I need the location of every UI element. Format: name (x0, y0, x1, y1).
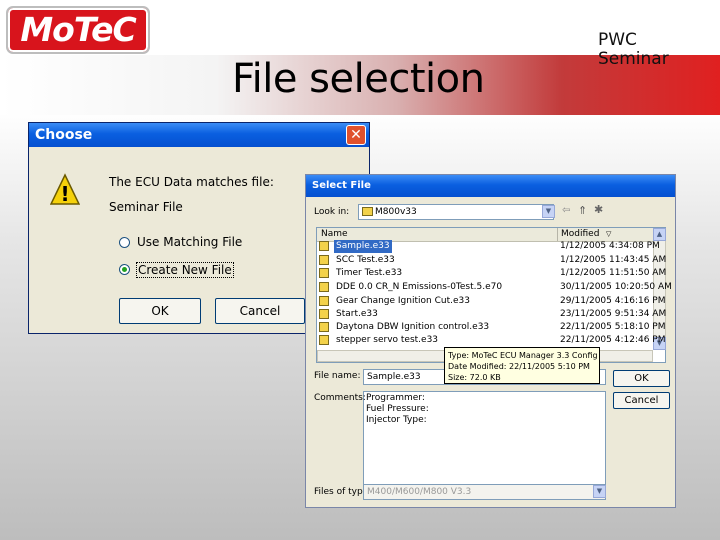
select-ok-button[interactable]: OK (613, 370, 670, 387)
tooltip-date: Date Modified: 22/11/2005 5:10 PM (448, 362, 590, 371)
new-folder-icon[interactable]: ✱ (594, 203, 603, 216)
tooltip-size: Size: 72.0 KB (448, 373, 501, 382)
file-row[interactable]: SCC Test.e33 1/12/2005 11:43:45 AM (318, 254, 666, 267)
use-matching-file-radio[interactable] (119, 237, 130, 248)
choose-message-line1: The ECU Data matches file: (109, 175, 274, 189)
create-new-file-label[interactable]: Create New File (136, 262, 234, 278)
up-folder-icon[interactable]: ⇑ (578, 204, 587, 217)
file-row[interactable]: Gear Change Ignition Cut.e33 29/11/2005 4… (318, 295, 665, 308)
file-row[interactable]: DDE 0.0 CR_N Emissions-0Test.5.e70 30/11/… (318, 281, 672, 294)
file-icon (319, 282, 329, 292)
file-icon (319, 241, 329, 251)
folder-icon (362, 207, 373, 216)
select-file-title: Select File (312, 180, 371, 191)
back-icon[interactable]: ⇦ (562, 205, 570, 216)
file-name: Daytona DBW Ignition control.e33 (336, 322, 490, 332)
file-modified: 22/11/2005 4:12:46 PM (560, 335, 666, 345)
choose-message-line2: Seminar File (109, 200, 183, 214)
select-file-titlebar[interactable]: Select File (306, 175, 675, 197)
use-matching-file-label[interactable]: Use Matching File (137, 235, 242, 249)
look-in-label: Look in: (314, 207, 350, 217)
file-icon (319, 335, 329, 345)
file-modified: 30/11/2005 10:20:50 AM (560, 282, 672, 292)
seminar-label-line2: Seminar (598, 49, 669, 69)
choose-cancel-button[interactable]: Cancel (215, 298, 305, 324)
file-icon (319, 296, 329, 306)
seminar-label: PWC Seminar (598, 31, 669, 69)
comment-line-injector-type: Injector Type: (366, 415, 427, 425)
file-modified: 29/11/2005 4:16:16 PM (560, 296, 666, 306)
look-in-dropdown[interactable]: M800v33 (358, 204, 554, 220)
file-modified: 1/12/2005 11:43:45 AM (560, 255, 667, 265)
file-icon (319, 309, 329, 319)
file-icon (319, 322, 329, 332)
file-name: Gear Change Ignition Cut.e33 (336, 296, 470, 306)
file-name: stepper servo test.e33 (336, 335, 439, 345)
warning-icon-glyph: ! (60, 182, 69, 206)
choose-dialog-title: Choose (35, 127, 93, 143)
select-cancel-button[interactable]: Cancel (613, 392, 670, 409)
file-row[interactable]: Start.e33 23/11/2005 9:51:34 AM (318, 308, 666, 321)
file-info-tooltip: Type: MoTeC ECU Manager 3.3 Config File … (444, 347, 600, 384)
filetype-dropdown[interactable]: M400/M600/M800 V3.3 (363, 484, 606, 500)
filename-label: File name: (314, 371, 361, 381)
tooltip-type: Type: MoTeC ECU Manager 3.3 Config File (448, 351, 600, 360)
motec-logo: MoTeC (6, 6, 150, 54)
comments-label: Comments: (314, 393, 366, 403)
look-in-chevron-down-icon[interactable]: ▼ (542, 205, 555, 218)
file-modified: 1/12/2005 11:51:50 AM (560, 268, 667, 278)
file-name: Sample.e33 (334, 240, 392, 253)
file-name: SCC Test.e33 (336, 255, 395, 265)
comment-line-programmer: Programmer: (366, 393, 425, 403)
slide-title: File selection (232, 56, 485, 102)
file-modified: 1/12/2005 4:34:08 PM (560, 241, 660, 251)
choose-dialog-titlebar[interactable]: Choose (29, 123, 369, 147)
warning-icon: ! (50, 173, 80, 206)
create-new-file-radio[interactable] (119, 264, 130, 275)
filetype-chevron-down-icon[interactable]: ▼ (593, 485, 606, 498)
close-icon[interactable]: ✕ (346, 125, 366, 145)
file-name: DDE 0.0 CR_N Emissions-0Test.5.e70 (336, 282, 503, 292)
seminar-label-line1: PWC (598, 30, 637, 50)
look-in-value: M800v33 (375, 207, 417, 217)
file-row[interactable]: Daytona DBW Ignition control.e33 22/11/20… (318, 321, 665, 334)
file-modified: 23/11/2005 9:51:34 AM (560, 309, 667, 319)
file-row[interactable]: Sample.e33 1/12/2005 4:34:08 PM (318, 240, 660, 253)
file-row[interactable]: Timer Test.e33 1/12/2005 11:51:50 AM (318, 267, 666, 280)
file-icon (319, 268, 329, 278)
file-name: Timer Test.e33 (336, 268, 403, 278)
file-name: Start.e33 (336, 309, 378, 319)
choose-ok-button[interactable]: OK (119, 298, 201, 324)
file-icon (319, 255, 329, 265)
file-modified: 22/11/2005 5:18:10 PM (560, 322, 666, 332)
comment-line-fuel-pressure: Fuel Pressure: (366, 404, 429, 414)
file-row[interactable]: stepper servo test.e33 22/11/2005 4:12:46… (318, 334, 665, 347)
